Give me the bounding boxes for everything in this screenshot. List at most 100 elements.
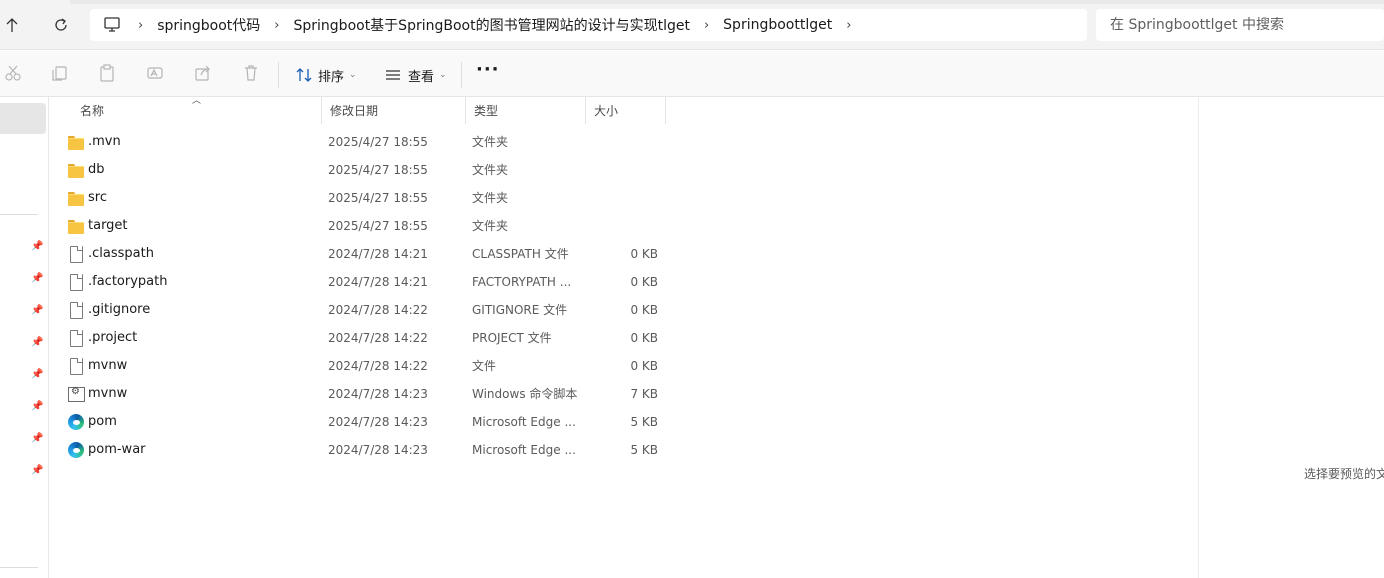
copy-icon[interactable] xyxy=(50,64,70,84)
column-header-date[interactable]: 修改日期 xyxy=(322,97,466,124)
column-type-label: 类型 xyxy=(474,104,499,118)
file-date: 2024/7/28 14:23 xyxy=(328,415,428,429)
file-name: .factorypath xyxy=(88,274,168,289)
file-row[interactable]: .classpath 2024/7/28 14:21 CLASSPATH 文件 0 K… xyxy=(64,240,724,268)
nav-divider xyxy=(0,567,38,568)
file-type: 文件夹 xyxy=(472,163,509,177)
pin-icon[interactable]: 📌 xyxy=(31,433,43,445)
file-type: 文件夹 xyxy=(472,135,509,149)
file-row[interactable]: .project 2024/7/28 14:22 PROJECT 文件 0 KB xyxy=(64,324,724,352)
column-header-type[interactable]: 类型 xyxy=(466,97,586,124)
breadcrumb-separator[interactable]: › xyxy=(704,18,709,33)
file-date: 2024/7/28 14:23 xyxy=(328,387,428,401)
view-icon xyxy=(384,66,402,84)
file-type: 文件夹 xyxy=(472,191,509,205)
breadcrumb[interactable]: › springboot代码 › Springboot基于SpringBoot的… xyxy=(90,9,1087,41)
nav-item-selected[interactable] xyxy=(0,103,46,134)
file-row[interactable]: .mvn 2025/4/27 18:55 文件夹 xyxy=(64,128,724,156)
file-list: 名称 ︿ 修改日期 类型 大小 .mvn 2025/4/27 18:55 文件夹 db… xyxy=(50,96,1198,578)
pin-icon[interactable]: 📌 xyxy=(31,401,43,413)
file-type: Microsoft Edge ... xyxy=(472,415,576,429)
breadcrumb-separator[interactable]: › xyxy=(138,18,143,33)
file-size: 0 KB xyxy=(630,331,658,345)
script-icon xyxy=(68,386,85,402)
address-row: › springboot代码 › Springboot基于SpringBoot的… xyxy=(0,0,1384,50)
up-arrow-icon[interactable] xyxy=(0,13,24,37)
breadcrumb-item-project[interactable]: Springboot基于SpringBoot的图书管理网站的设计与实现tlget xyxy=(294,15,690,35)
sort-icon xyxy=(295,66,313,84)
paste-icon[interactable] xyxy=(98,64,118,84)
breadcrumb-item-springboot-code[interactable]: springboot代码 xyxy=(157,15,260,35)
file-type: Microsoft Edge ... xyxy=(472,443,576,457)
view-label: 查看 xyxy=(408,69,435,85)
file-row[interactable]: mvnw 2024/7/28 14:22 文件 0 KB xyxy=(64,352,724,380)
more-options-button[interactable]: ··· xyxy=(476,61,499,85)
rename-icon[interactable] xyxy=(146,64,166,84)
pin-icon[interactable]: 📌 xyxy=(31,337,43,349)
file-row[interactable]: mvnw 2024/7/28 14:23 Windows 命令脚本 7 KB xyxy=(64,380,724,408)
pin-icon[interactable]: 📌 xyxy=(31,273,43,285)
breadcrumb-separator[interactable]: › xyxy=(846,18,851,33)
cut-icon[interactable] xyxy=(4,64,24,84)
search-input[interactable] xyxy=(1110,17,1384,33)
folder-icon xyxy=(68,218,84,234)
file-icon xyxy=(68,302,84,319)
edge-icon xyxy=(68,414,84,430)
share-icon[interactable] xyxy=(194,64,214,84)
file-row[interactable]: pom-war 2024/7/28 14:23 Microsoft Edge ...… xyxy=(64,436,724,464)
file-row[interactable]: target 2025/4/27 18:55 文件夹 xyxy=(64,212,724,240)
view-button[interactable]: 查看 ⌄ xyxy=(384,63,447,87)
breadcrumb-item-current[interactable]: Springboottlget xyxy=(723,17,832,33)
edge-icon xyxy=(68,442,84,458)
toolbar-divider xyxy=(278,62,279,88)
file-row[interactable]: .gitignore 2024/7/28 14:22 GITIGNORE 文件 0 K… xyxy=(64,296,724,324)
pin-icon[interactable]: 📌 xyxy=(31,241,43,253)
chevron-down-icon: ⌄ xyxy=(439,70,447,80)
folder-icon xyxy=(68,190,84,206)
file-row[interactable]: src 2025/4/27 18:55 文件夹 xyxy=(64,184,724,212)
file-name: .classpath xyxy=(88,246,154,261)
file-row[interactable]: .factorypath 2024/7/28 14:21 FACTORYPATH .… xyxy=(64,268,724,296)
this-pc-icon[interactable] xyxy=(102,14,124,36)
file-date: 2024/7/28 14:21 xyxy=(328,275,428,289)
delete-icon[interactable] xyxy=(242,64,262,84)
pin-icon[interactable]: 📌 xyxy=(31,369,43,381)
file-name: mvnw xyxy=(88,358,128,373)
file-row[interactable]: pom 2024/7/28 14:23 Microsoft Edge ... 5 KB xyxy=(64,408,724,436)
command-bar: 排序 ⌄ 查看 ⌄ ··· xyxy=(0,51,1384,97)
file-type: CLASSPATH 文件 xyxy=(472,247,569,261)
file-name: mvnw xyxy=(88,386,128,401)
file-date: 2024/7/28 14:21 xyxy=(328,247,428,261)
breadcrumb-separator[interactable]: › xyxy=(274,18,279,33)
title-strip xyxy=(70,0,1384,4)
file-date: 2024/7/28 14:22 xyxy=(328,303,428,317)
file-size: 0 KB xyxy=(630,303,658,317)
file-type: 文件 xyxy=(472,359,497,373)
file-type: PROJECT 文件 xyxy=(472,331,552,345)
pin-icon[interactable]: 📌 xyxy=(31,465,43,477)
column-name-label: 名称 xyxy=(80,104,105,118)
pin-icon[interactable]: 📌 xyxy=(31,305,43,317)
search-box[interactable] xyxy=(1096,9,1384,41)
file-name: pom xyxy=(88,414,117,429)
file-size: 5 KB xyxy=(630,415,658,429)
file-name: src xyxy=(88,190,107,205)
file-type: 文件夹 xyxy=(472,219,509,233)
sort-label: 排序 xyxy=(318,69,345,85)
file-date: 2025/4/27 18:55 xyxy=(328,219,428,233)
nav-divider xyxy=(0,214,38,215)
column-header-size[interactable]: 大小 xyxy=(586,97,666,124)
file-name: target xyxy=(88,218,128,233)
file-size: 0 KB xyxy=(630,247,658,261)
file-date: 2025/4/27 18:55 xyxy=(328,191,428,205)
folder-icon xyxy=(68,162,84,178)
file-row[interactable]: db 2025/4/27 18:55 文件夹 xyxy=(64,156,724,184)
folder-icon xyxy=(68,134,84,150)
file-date: 2024/7/28 14:22 xyxy=(328,359,428,373)
chevron-down-icon: ⌄ xyxy=(349,70,357,80)
file-date: 2024/7/28 14:23 xyxy=(328,443,428,457)
refresh-icon[interactable] xyxy=(49,13,73,37)
file-name: db xyxy=(88,162,105,177)
file-icon xyxy=(68,358,84,375)
sort-button[interactable]: 排序 ⌄ xyxy=(295,63,357,87)
